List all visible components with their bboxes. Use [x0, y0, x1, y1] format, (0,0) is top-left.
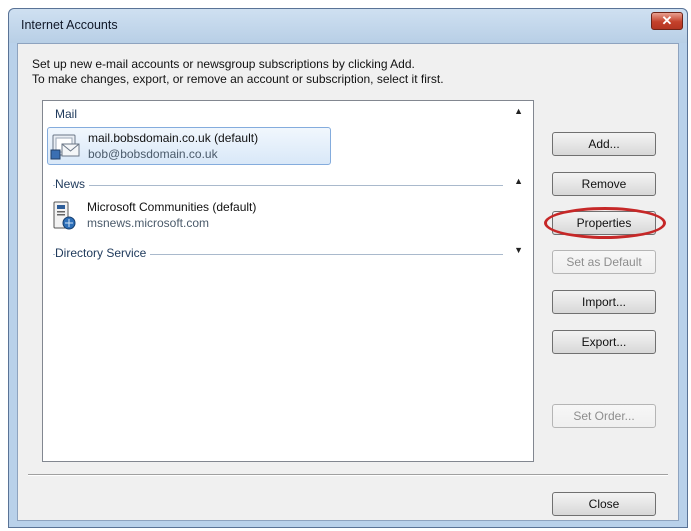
mail-account-icon — [50, 134, 80, 160]
account-item-news[interactable]: Microsoft Communities (default) msnews.m… — [47, 197, 331, 235]
window-title: Internet Accounts — [21, 18, 118, 32]
group-divider — [53, 185, 503, 186]
export-button[interactable]: Export... — [552, 330, 656, 354]
account-address: bob@bobsdomain.co.uk — [88, 147, 218, 161]
collapse-chevron-icon[interactable]: ▲ — [514, 106, 523, 116]
close-window-icon[interactable]: ✕ — [651, 12, 683, 30]
account-server: msnews.microsoft.com — [87, 216, 210, 230]
instructions-line-2: To make changes, export, or remove an ac… — [32, 72, 444, 86]
group-name: Directory Service — [55, 246, 151, 260]
accounts-list[interactable]: Mail ▲ mail.bobsdomain.co.uk (default) b… — [42, 100, 534, 462]
group-name: News — [55, 177, 90, 191]
collapse-chevron-icon[interactable]: ▲ — [514, 176, 523, 186]
title-bar[interactable]: Internet Accounts ✕ — [9, 9, 687, 43]
group-header-directory-service[interactable]: Directory Service ▼ — [53, 245, 527, 262]
add-button[interactable]: Add... — [552, 132, 656, 156]
account-item-mail[interactable]: mail.bobsdomain.co.uk (default) bob@bobs… — [47, 127, 331, 165]
import-button[interactable]: Import... — [552, 290, 656, 314]
internet-accounts-window: Internet Accounts ✕ Set up new e-mail ac… — [8, 8, 688, 528]
dialog-client-area: Set up new e-mail accounts or newsgroup … — [17, 43, 679, 521]
dialog-separator — [28, 474, 668, 476]
instructions-line-1: Set up new e-mail accounts or newsgroup … — [32, 57, 415, 71]
account-name: mail.bobsdomain.co.uk (default) — [88, 131, 259, 145]
group-header-news[interactable]: News ▲ — [53, 176, 527, 193]
set-as-default-button[interactable]: Set as Default — [552, 250, 656, 274]
expand-chevron-icon[interactable]: ▼ — [514, 245, 523, 255]
news-account-icon — [53, 201, 76, 230]
remove-button[interactable]: Remove — [552, 172, 656, 196]
instructions-text: Set up new e-mail accounts or newsgroup … — [32, 57, 444, 87]
group-header-mail[interactable]: Mail ▲ — [53, 106, 527, 123]
set-order-button[interactable]: Set Order... — [552, 404, 656, 428]
properties-highlight-annotation — [544, 207, 666, 239]
close-button[interactable]: Close — [552, 492, 656, 516]
account-name: Microsoft Communities (default) — [87, 200, 257, 214]
group-name: Mail — [55, 107, 82, 121]
